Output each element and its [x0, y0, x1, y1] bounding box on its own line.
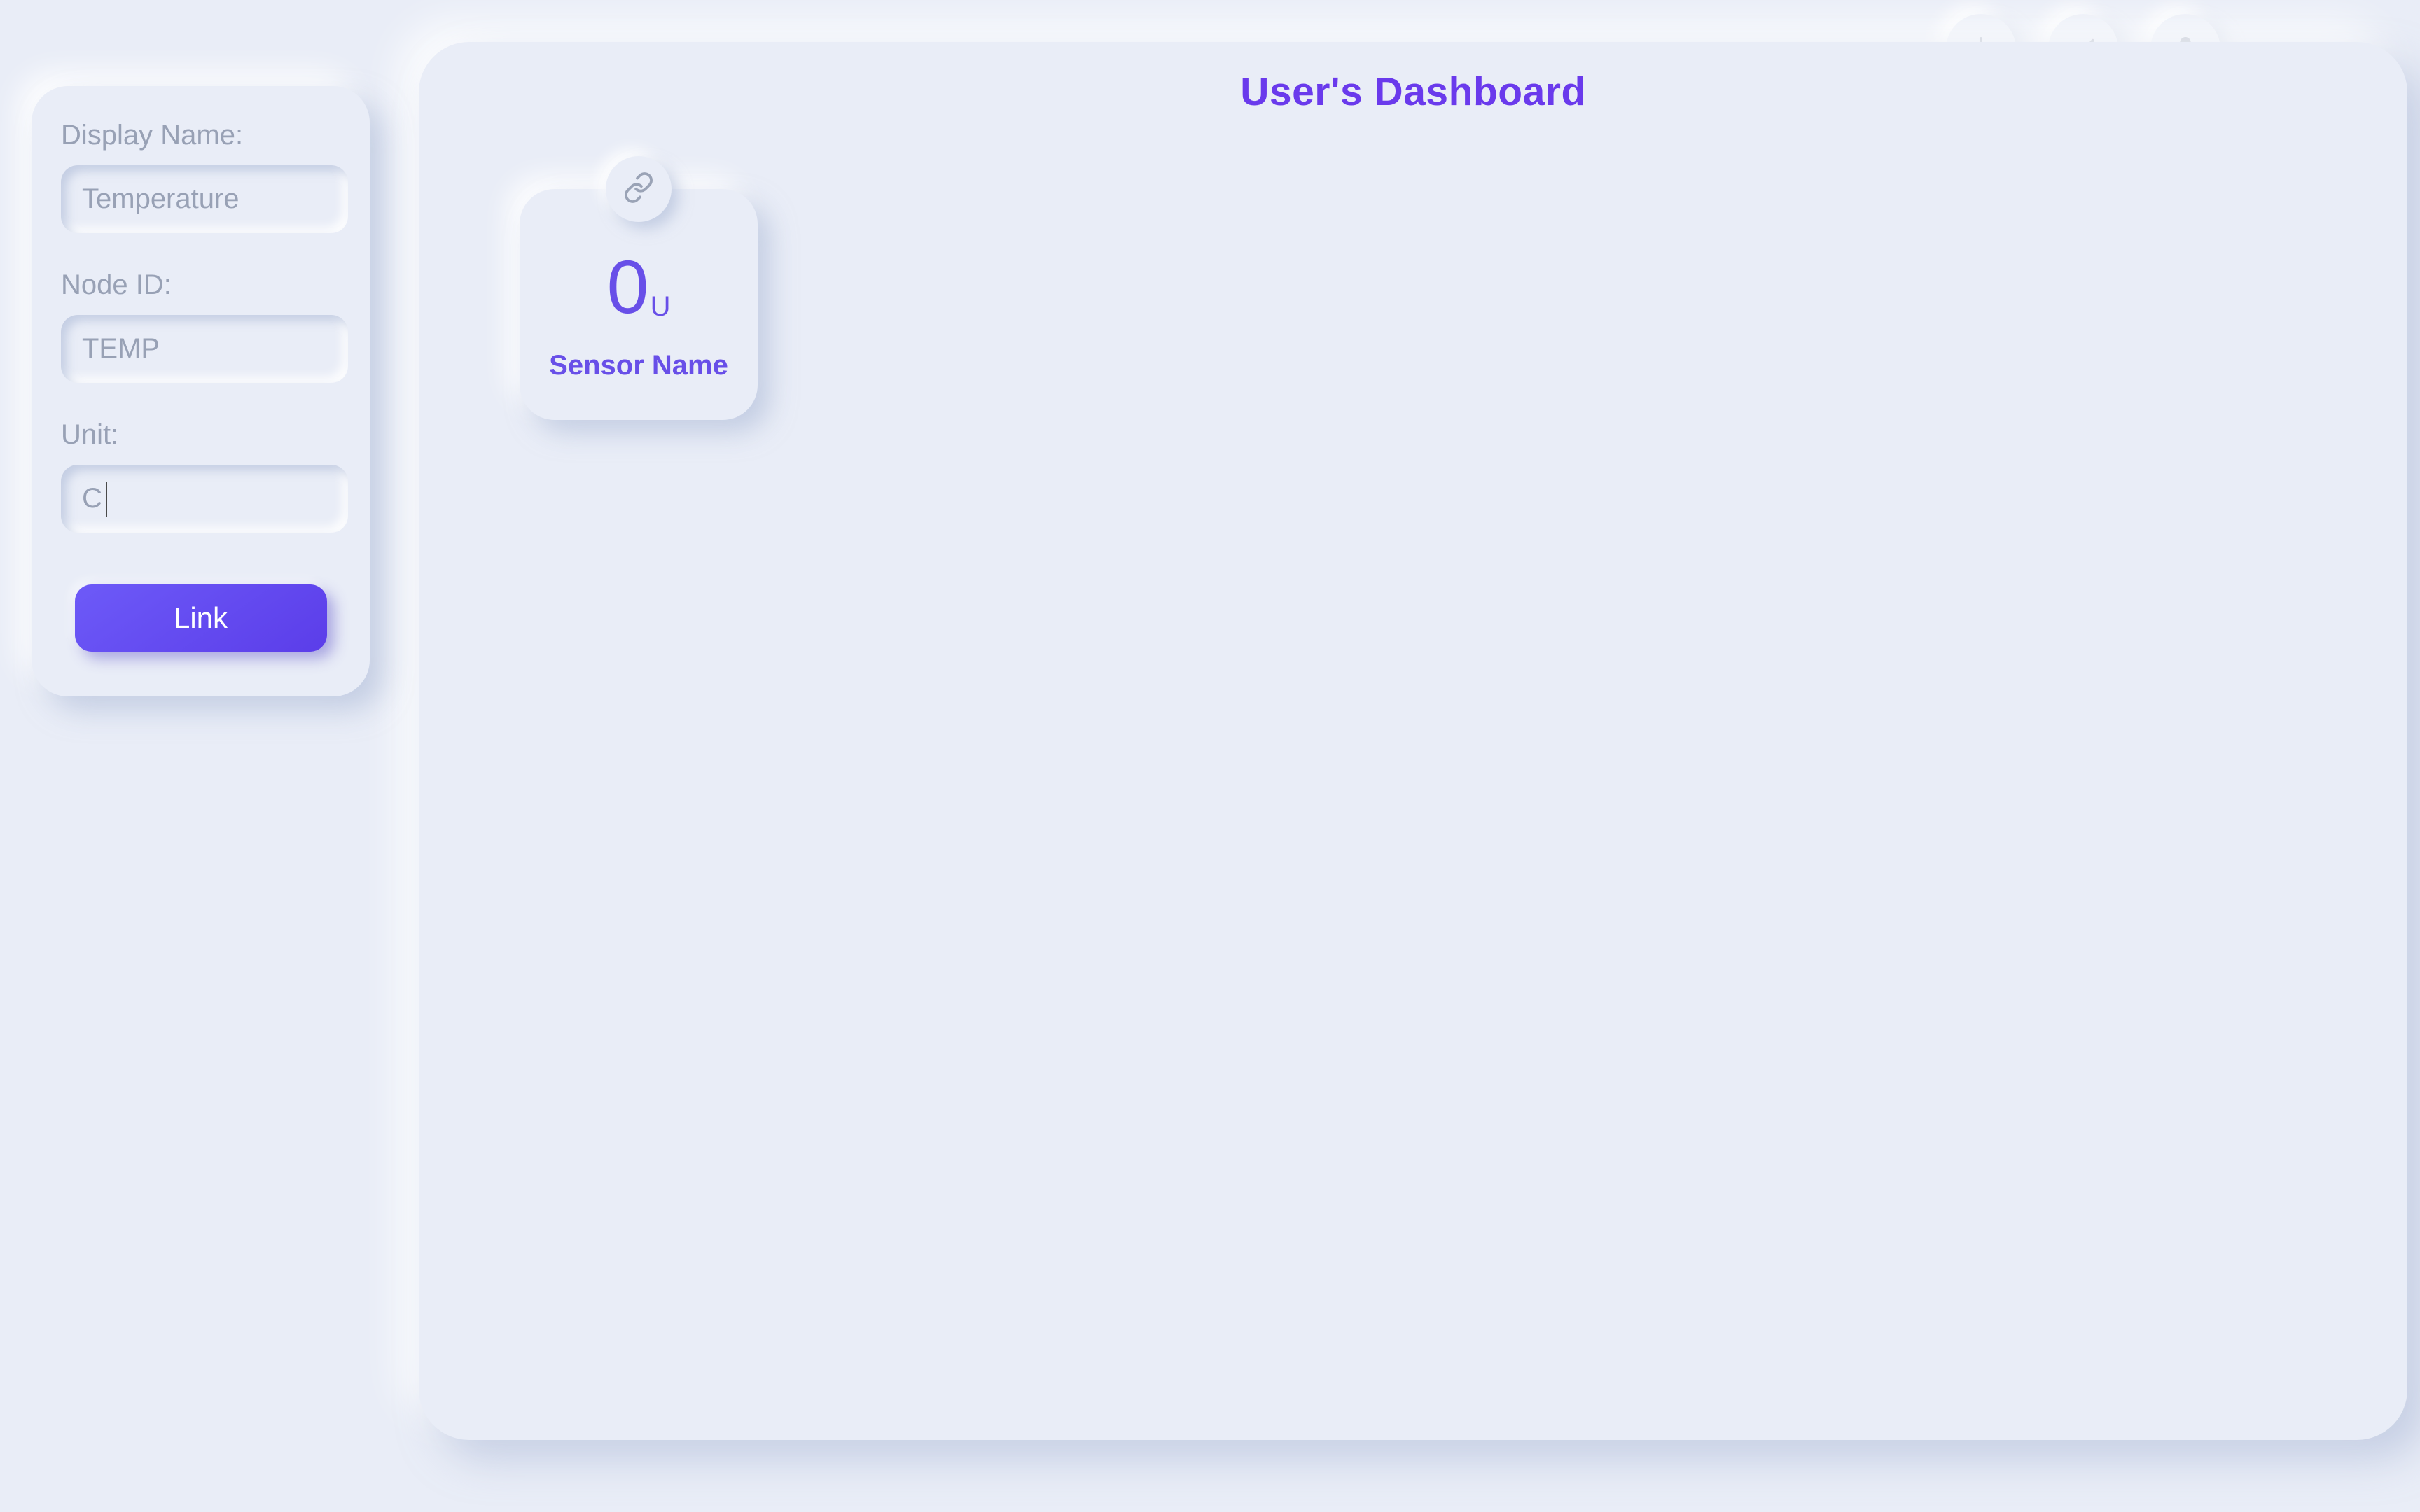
config-form: Display Name: Node ID: Unit: Link	[32, 86, 370, 696]
node-id-input[interactable]	[61, 315, 348, 383]
sensor-reading: 0 U	[607, 249, 671, 325]
display-name-label: Display Name:	[61, 120, 340, 151]
link-button[interactable]: Link	[75, 584, 327, 652]
sensor-card[interactable]: 0 U Sensor Name	[520, 189, 758, 420]
unit-label: Unit:	[61, 419, 340, 451]
sensor-value: 0	[607, 249, 649, 325]
link-icon	[623, 172, 655, 207]
node-id-label: Node ID:	[61, 270, 340, 301]
sensor-link-badge[interactable]	[606, 156, 672, 222]
text-caret	[106, 482, 107, 517]
display-name-input[interactable]	[61, 165, 348, 233]
unit-input[interactable]	[61, 465, 348, 533]
page-title: User's Dashboard	[419, 69, 2407, 115]
sensor-name: Sensor Name	[549, 350, 728, 382]
dashboard-panel: User's Dashboard 0 U Sensor Name	[419, 42, 2407, 1440]
sensor-unit: U	[651, 288, 671, 325]
